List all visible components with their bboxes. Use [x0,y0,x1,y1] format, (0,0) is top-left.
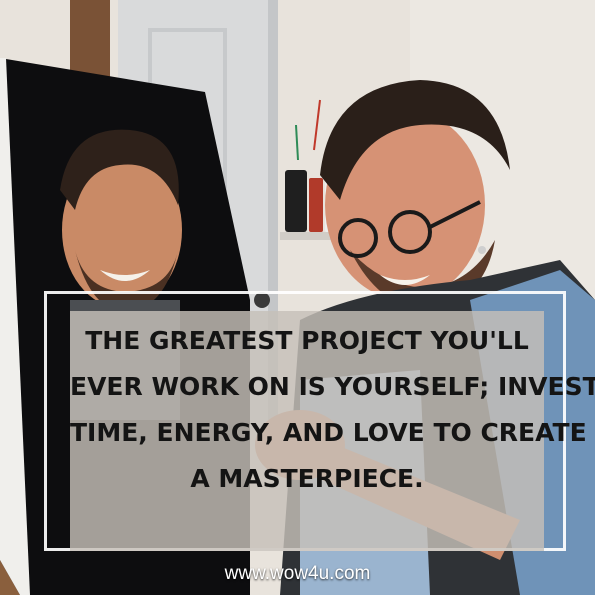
website-url: www.wow4u.com [224,563,371,584]
quote-text: THE GREATEST PROJECT YOU'LL EVER WORK ON… [70,318,595,502]
quote-line-1: THE GREATEST PROJECT YOU'LL [85,326,529,355]
quote-line-2: EVER WORK ON IS YOURSELF; INVEST [70,372,595,401]
quote-line-4: A MASTERPIECE. [190,464,424,493]
quote-line-3: TIME, ENERGY, AND LOVE TO CREATE [70,418,587,447]
